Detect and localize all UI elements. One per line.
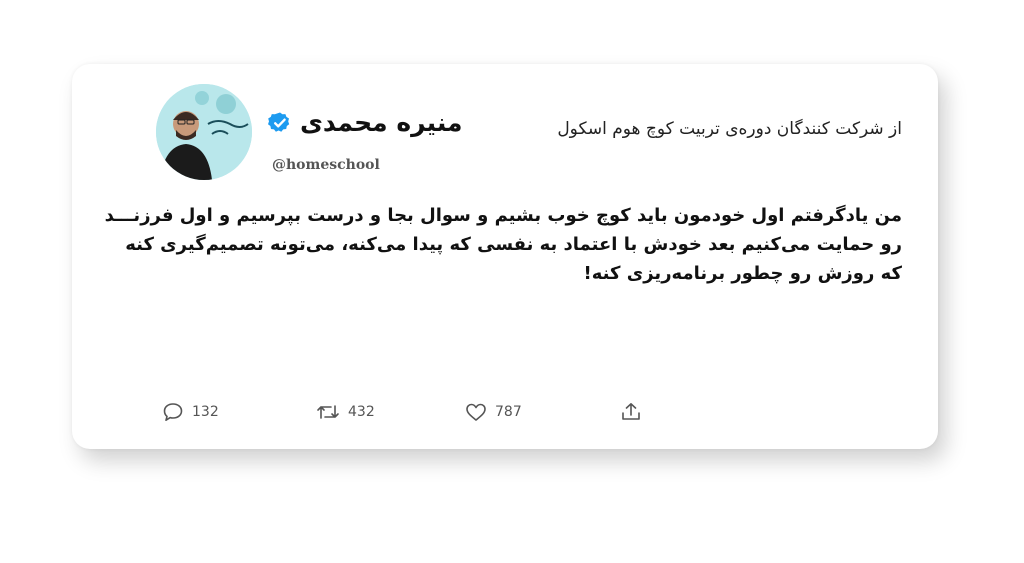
like-button[interactable]: 787 <box>465 402 522 422</box>
share-button[interactable] <box>620 402 650 422</box>
display-name[interactable]: منیره محمدی <box>300 108 463 137</box>
tweet-actions: 132 432 787 <box>162 402 682 424</box>
profile-photo-icon[interactable] <box>156 84 252 180</box>
reply-count: 132 <box>192 404 219 420</box>
reply-button[interactable]: 132 <box>162 402 219 422</box>
verified-badge-icon <box>268 111 292 135</box>
screenshot-stage: منیره محمدی @homeschool از شرکت کنندگان … <box>0 0 1024 563</box>
reply-icon <box>163 403 183 421</box>
tweet-body-line: رو حمایت می‌کنیم بعد خودش با اعتماد به ن… <box>125 234 902 255</box>
retweet-button[interactable]: 432 <box>316 402 375 422</box>
retweet-icon <box>317 405 339 419</box>
tweet-body-line: من یادگرفتم اول خودمون باید کوچ خوب بشیم… <box>104 205 902 226</box>
name-row: منیره محمدی <box>268 108 463 137</box>
retweet-count: 432 <box>348 404 375 420</box>
user-handle[interactable]: @homeschool <box>272 157 380 173</box>
heart-icon <box>466 403 486 421</box>
share-icon <box>622 403 640 420</box>
tweet-card: منیره محمدی @homeschool از شرکت کنندگان … <box>72 64 938 449</box>
tweet-body-line: که روزش رو چطور برنامه‌ریزی کنه! <box>583 263 902 284</box>
tweet-subtitle: از شرکت کنندگان دوره‌ی تربیت کوچ هوم اسک… <box>557 119 902 139</box>
like-count: 787 <box>495 404 522 420</box>
tweet-body: من یادگرفتم اول خودمون باید کوچ خوب بشیم… <box>104 201 902 288</box>
